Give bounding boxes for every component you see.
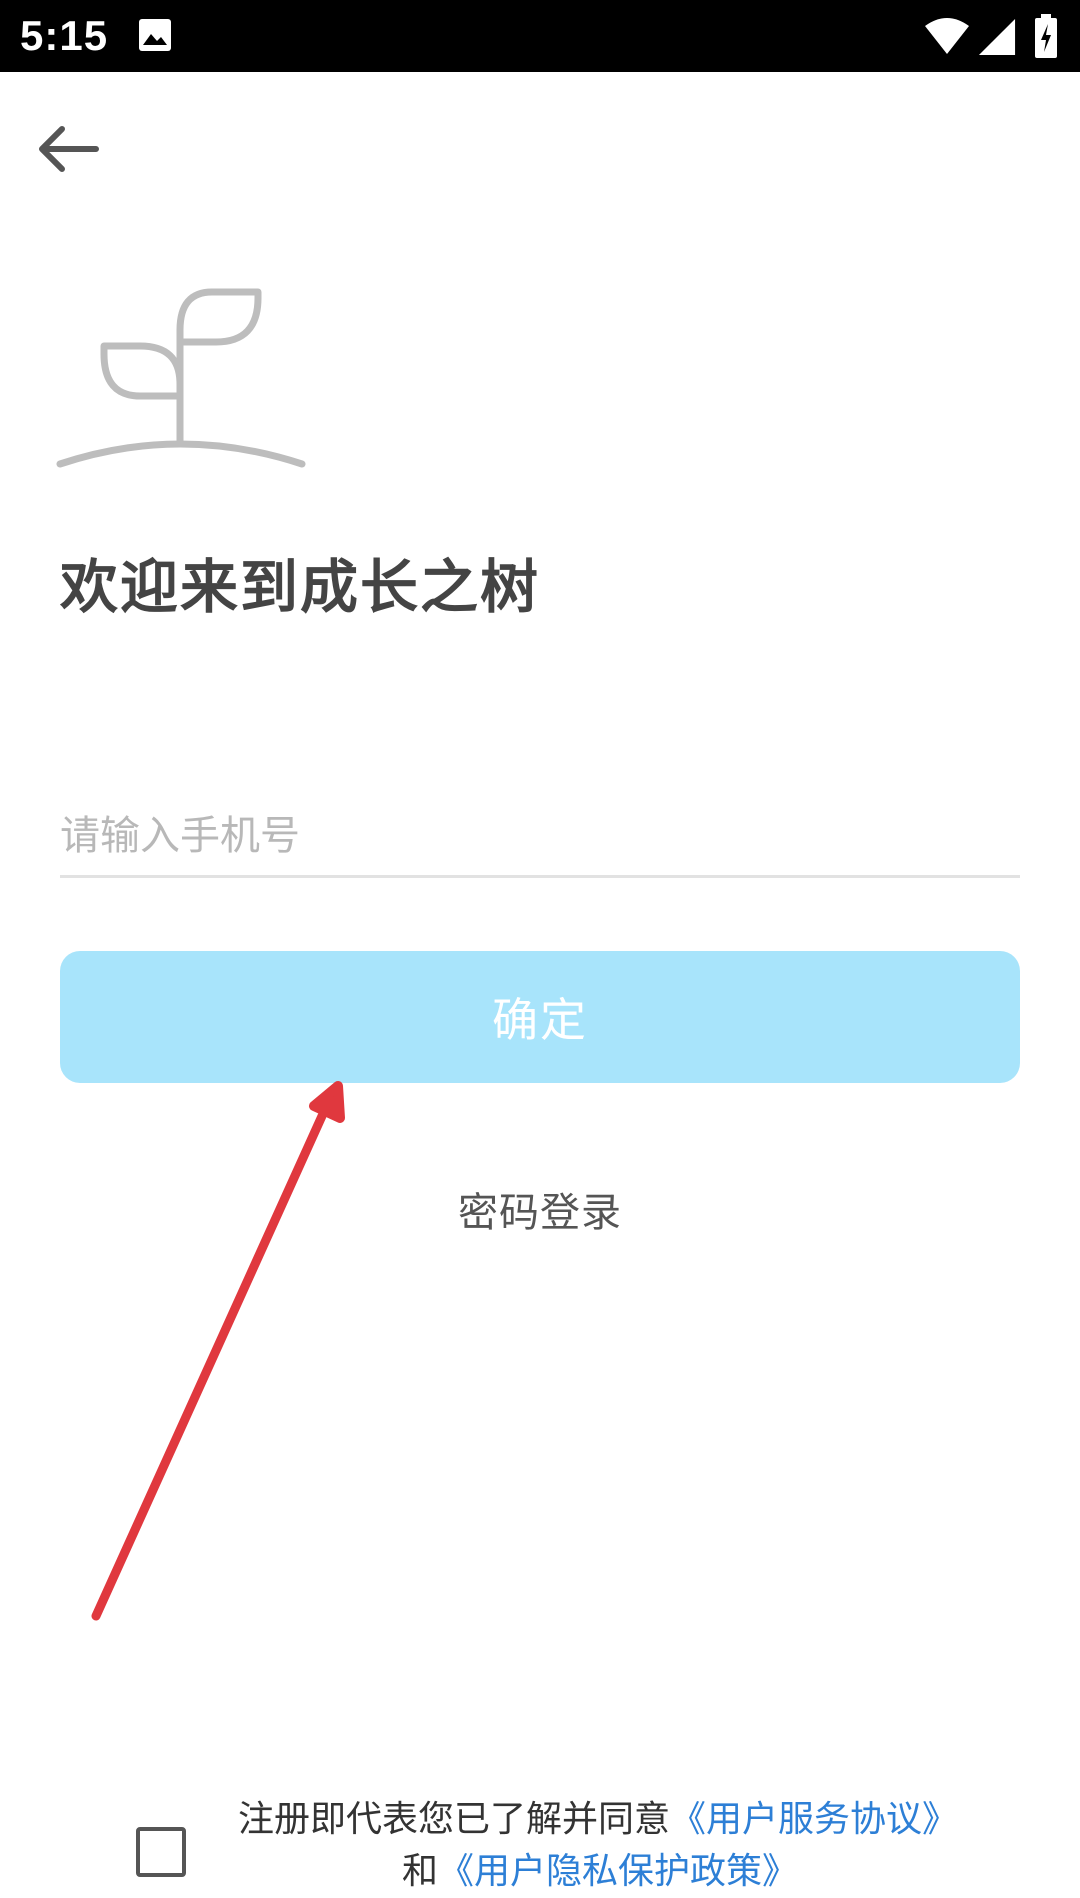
wifi-icon — [925, 18, 969, 54]
sprout-icon — [56, 288, 306, 468]
privacy-policy-link[interactable]: 《用户隐私保护政策》 — [438, 1851, 798, 1892]
phone-input[interactable] — [60, 796, 1020, 878]
confirm-button[interactable]: 确定 — [60, 951, 1020, 1083]
image-icon — [139, 19, 171, 51]
back-button[interactable] — [30, 118, 110, 178]
signal-icon — [978, 18, 1016, 56]
annotation-arrow — [91, 1081, 345, 1621]
battery-charging-icon — [1035, 14, 1057, 58]
status-bar: 5:15 — [0, 0, 1080, 72]
agreement-text: 注册即代表您已了解并同意《用户服务协议》 和《用户隐私保护政策》 — [238, 1794, 998, 1898]
arrow-left-icon — [39, 126, 99, 172]
welcome-title: 欢迎来到成长之树 — [60, 553, 541, 621]
agree-checkbox[interactable] — [136, 1827, 186, 1877]
agreement-conjunction: 和 — [402, 1851, 439, 1892]
password-login-link[interactable]: 密码登录 — [0, 1180, 1080, 1238]
terms-of-service-link[interactable]: 《用户服务协议》 — [670, 1799, 958, 1840]
status-time: 5:15 — [20, 12, 109, 59]
agreement-prefix: 注册即代表您已了解并同意 — [238, 1799, 671, 1840]
